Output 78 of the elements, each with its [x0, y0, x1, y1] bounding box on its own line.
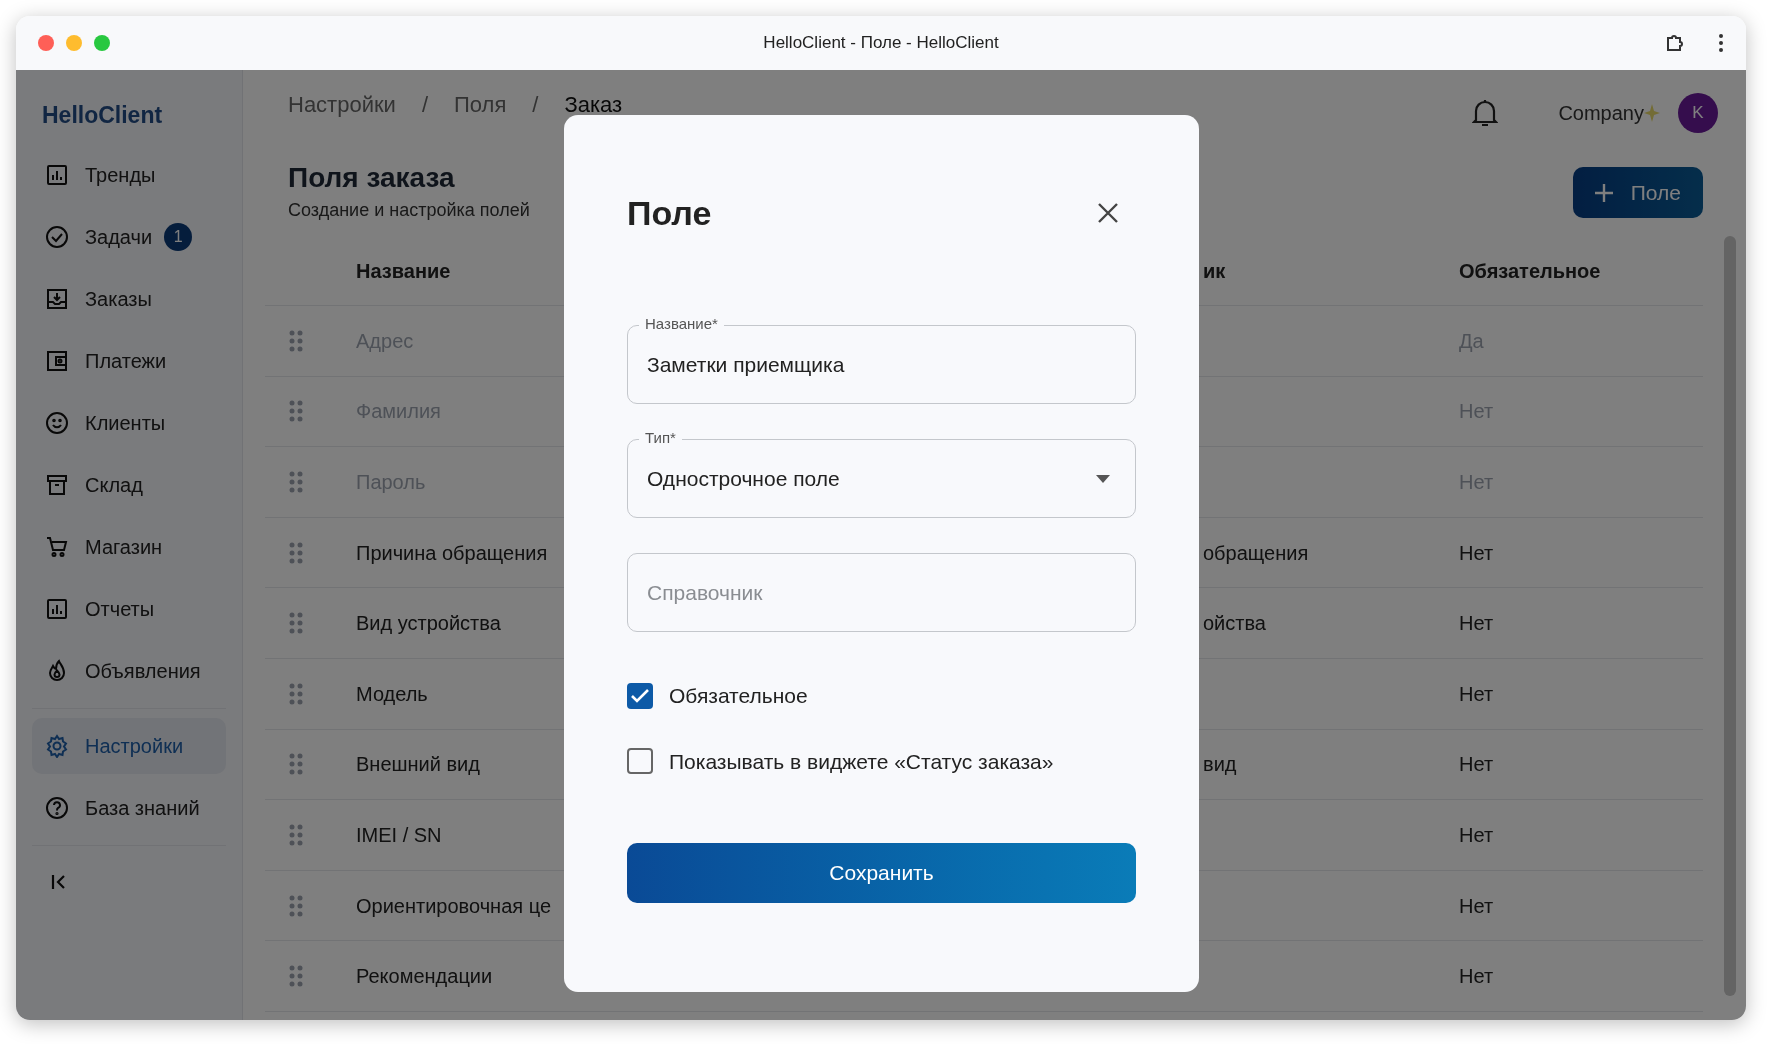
- sidebar-item[interactable]: База знаний: [32, 780, 226, 836]
- bar-chart-icon: [45, 597, 69, 621]
- help-icon: [45, 796, 69, 820]
- table-cell-text: Нет: [1459, 540, 1494, 566]
- page-subtitle: Создание и настройка полей: [288, 199, 530, 222]
- check-circle-icon: [45, 225, 69, 249]
- sidebar-item[interactable]: Тренды: [32, 147, 226, 203]
- dropdown-caret-icon: [1096, 474, 1110, 483]
- checkmark-icon: [631, 688, 649, 703]
- drag-handle-icon[interactable]: [289, 965, 303, 988]
- window-title: HelloClient - Поле - HelloClient: [763, 32, 999, 55]
- close-icon[interactable]: [1098, 203, 1118, 223]
- page-title: Поля заказа: [288, 161, 456, 195]
- table-cell-text: Нет: [1459, 611, 1494, 637]
- wallet-icon: [45, 349, 69, 373]
- settings-icon: [45, 734, 69, 758]
- table-cell-text: Внешний вид: [356, 752, 480, 778]
- table-cell-text: Нет: [1459, 681, 1494, 707]
- input-field[interactable]: Справочник: [627, 553, 1136, 632]
- checkbox-label: Обязательное: [669, 683, 808, 709]
- modal-title: Поле: [627, 192, 712, 234]
- bar-chart-icon: [45, 163, 69, 187]
- minimize-window-icon[interactable]: [66, 35, 82, 51]
- table-cell-text: Нет: [1459, 752, 1494, 778]
- breadcrumb-link[interactable]: Настройки: [288, 87, 396, 121]
- table-cell-text: Рекомендации: [356, 964, 493, 990]
- table-cell-text: Нет: [1459, 964, 1494, 990]
- maximize-window-icon[interactable]: [94, 35, 110, 51]
- drag-handle-icon[interactable]: [289, 823, 303, 846]
- sidebar-item[interactable]: Клиенты: [32, 395, 226, 451]
- drag-handle-icon[interactable]: [289, 682, 303, 705]
- cart-icon: [45, 535, 69, 559]
- drag-handle-icon[interactable]: [289, 753, 303, 776]
- bell-icon[interactable]: [1472, 98, 1499, 128]
- archive-box-icon: [45, 473, 69, 497]
- drag-handle-icon[interactable]: [289, 894, 303, 917]
- kebab-menu-icon[interactable]: [1718, 33, 1724, 53]
- download-tray-icon: [45, 287, 69, 311]
- table-cell-text: Ориентировочная це: [356, 893, 551, 919]
- sidebar-item[interactable]: Магазин: [32, 519, 226, 575]
- sidebar-item[interactable]: Объявления: [32, 643, 226, 699]
- app-logo: HelloClient: [41, 100, 164, 130]
- sidebar-item[interactable]: Склад: [32, 457, 226, 513]
- user-avatar[interactable]: K: [1678, 93, 1718, 133]
- plus-icon: [1594, 183, 1613, 202]
- save-button[interactable]: Сохранить: [627, 843, 1136, 903]
- table-cell-text: Нет: [1459, 893, 1494, 919]
- checkbox[interactable]: [627, 682, 653, 709]
- table-cell-text: вид: [1203, 752, 1237, 778]
- column-header: Название: [356, 258, 452, 284]
- drag-handle-icon[interactable]: [289, 612, 303, 635]
- sidebar-item[interactable]: Задачи 1: [32, 209, 226, 265]
- table-cell-text: Модель: [356, 681, 428, 707]
- sidebar-item[interactable]: Платежи: [32, 333, 226, 389]
- notification-badge: 1: [164, 223, 193, 251]
- checkbox-label: Показывать в виджете «Статус заказа»: [669, 748, 1054, 775]
- breadcrumb-link[interactable]: Поля: [454, 87, 507, 121]
- company-name[interactable]: Company: [1558, 98, 1644, 128]
- drag-handle-icon[interactable]: [289, 541, 303, 564]
- table-cell-text: Вид устройства: [356, 611, 501, 637]
- table-cell-text: Нет: [1459, 822, 1494, 848]
- add-field-button[interactable]: Поле: [1572, 167, 1703, 218]
- checkbox[interactable]: [627, 748, 653, 775]
- table-cell-text: Причина обращения: [356, 540, 548, 566]
- smiley-icon: [45, 411, 69, 435]
- scrollbar[interactable]: [1724, 236, 1736, 996]
- breadcrumb-separator: /: [532, 90, 539, 119]
- sparkle-icon: [1644, 104, 1660, 122]
- table-cell-text: IMEI / SN: [356, 822, 442, 848]
- sidebar-item[interactable]: Настройки: [32, 718, 226, 774]
- table-cell-text: ойства: [1203, 611, 1266, 637]
- close-window-icon[interactable]: [38, 35, 54, 51]
- sidebar-item[interactable]: Заказы: [32, 271, 226, 327]
- breadcrumb-separator: /: [421, 90, 428, 119]
- column-header: ик: [1203, 258, 1227, 284]
- column-header: Обязательное: [1459, 258, 1602, 284]
- table-cell-text: обращения: [1203, 540, 1309, 566]
- sidebar-item[interactable]: Отчеты: [32, 581, 226, 637]
